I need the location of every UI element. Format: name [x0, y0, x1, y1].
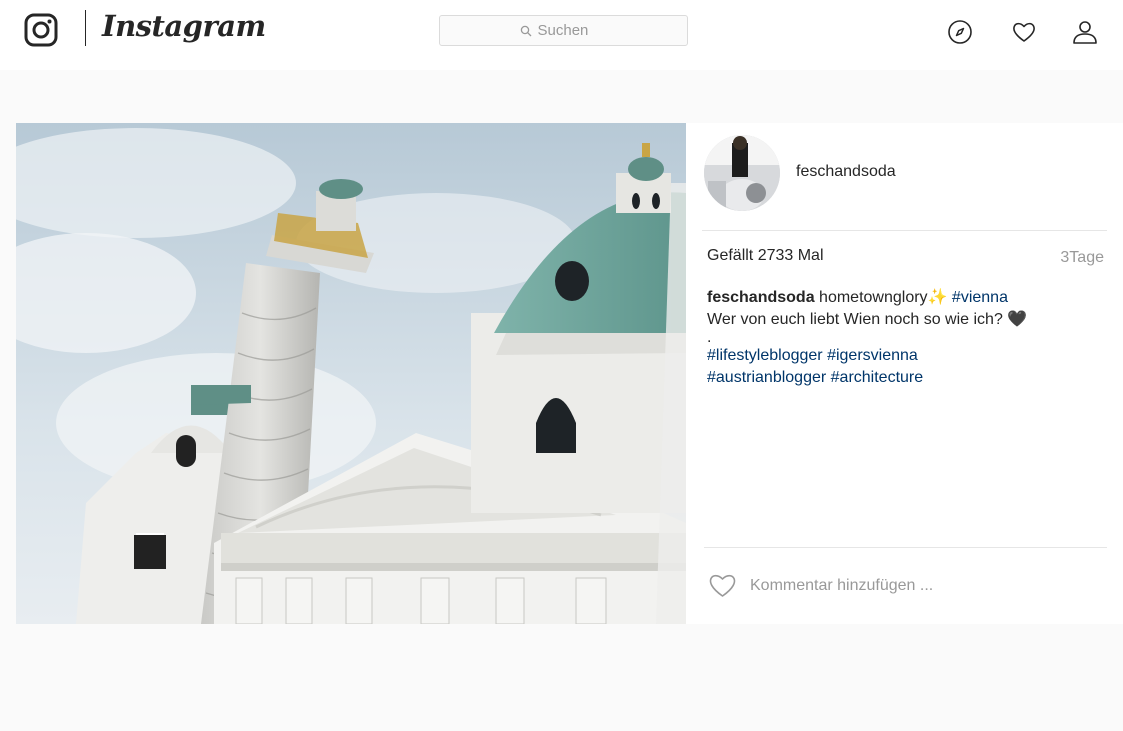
- heart-icon[interactable]: [1011, 19, 1037, 45]
- hashtag-architecture[interactable]: #architecture: [831, 369, 924, 386]
- post-photo[interactable]: [16, 123, 686, 624]
- hashtag-igersvienna[interactable]: #igersvienna: [827, 347, 918, 364]
- caption-line-2: Wer von euch liebt Wien noch so wie ich?…: [707, 309, 1112, 331]
- post-sidebar: feschandsoda Gefällt 2733 Mal 3Tage fesc…: [686, 123, 1123, 624]
- caption-text-line-2: Wer von euch liebt Wien noch so wie ich?: [707, 311, 1003, 328]
- post-username[interactable]: feschandsoda: [796, 163, 896, 181]
- post-caption: feschandsoda hometownglory✨ #vienna Wer …: [707, 287, 1112, 389]
- search-input[interactable]: [537, 22, 608, 39]
- caption-text: hometownglory: [819, 289, 928, 306]
- hashtag-austrianblogger[interactable]: #austrianblogger: [707, 369, 826, 386]
- caption-dot: .: [707, 329, 712, 346]
- search-icon: [520, 25, 531, 36]
- instagram-wordmark[interactable]: Instagram: [102, 9, 266, 43]
- search-box[interactable]: [439, 15, 688, 46]
- logo-divider: [85, 10, 86, 46]
- compass-icon[interactable]: [947, 19, 973, 45]
- top-nav-bar: Instagram: [0, 0, 1123, 70]
- person-icon[interactable]: [1072, 19, 1098, 45]
- comment-input[interactable]: [750, 571, 1090, 601]
- caption-line-hashtags-2: #austrianblogger #architecture: [707, 367, 1112, 389]
- hashtag-lifestyleblogger[interactable]: #lifestyleblogger: [707, 347, 823, 364]
- sparkles-emoji: ✨: [927, 289, 948, 306]
- caption-line-hashtags-1: #lifestyleblogger #igersvienna: [707, 345, 1112, 367]
- heart-icon[interactable]: [708, 572, 737, 598]
- avatar[interactable]: [704, 135, 780, 211]
- church-photo-image: [16, 123, 686, 624]
- like-count[interactable]: Gefällt 2733 Mal: [707, 247, 824, 265]
- black-heart-emoji: 🖤: [1007, 311, 1028, 328]
- caption-username[interactable]: feschandsoda: [707, 289, 815, 306]
- post-timestamp: 3Tage: [1060, 249, 1104, 266]
- divider: [702, 230, 1107, 231]
- instagram-camera-icon[interactable]: [24, 13, 58, 47]
- post-card: feschandsoda Gefällt 2733 Mal 3Tage fesc…: [16, 123, 1123, 624]
- hashtag-vienna[interactable]: #vienna: [952, 289, 1008, 306]
- caption-line-1: feschandsoda hometownglory✨ #vienna: [707, 287, 1112, 309]
- divider: [704, 547, 1107, 548]
- avatar-image: [704, 135, 780, 211]
